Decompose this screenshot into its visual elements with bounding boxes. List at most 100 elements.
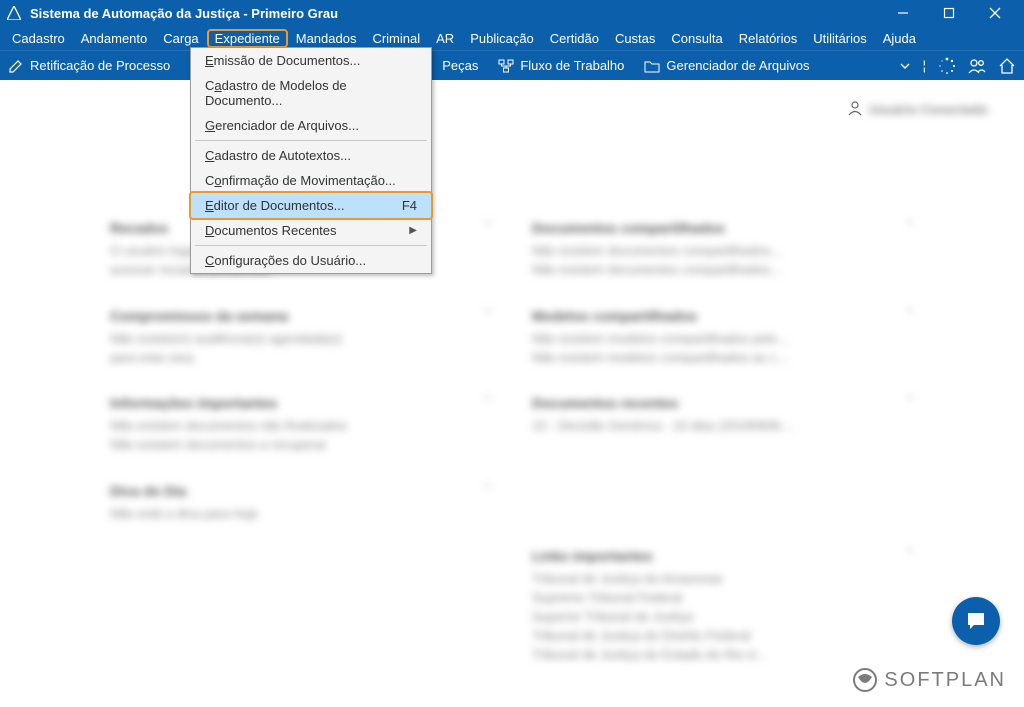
dropdown-item-label: Editor de Documentos... [205, 198, 344, 213]
panel-blurred: Modelos compartilhados ⌃ Não existem model… [532, 308, 914, 368]
menu-item-relatórios[interactable]: Relatórios [731, 29, 806, 48]
panel-title: Compromissos da semana [110, 308, 288, 324]
users-icon[interactable] [968, 57, 986, 75]
menu-item-publicação[interactable]: Publicação [462, 29, 542, 48]
panel-blurred: Documentos compartilhados ⌃ Não existem do… [532, 220, 914, 280]
dropdown-item-label: Documentos Recentes [205, 223, 337, 238]
panel-line: Não existem documentos não finalizados [110, 417, 492, 436]
dropdown-arrow-icon[interactable] [899, 60, 911, 72]
dropdown-item-label: Gerenciador de Arquivos... [205, 118, 359, 133]
dropdown-item-label: Cadastro de Modelos de Documento... [205, 78, 417, 108]
dropdown-item-emiss-o-de-documentos-[interactable]: Emissão de Documentos... [191, 48, 431, 73]
toolbar-fluxo-label: Fluxo de Trabalho [520, 58, 624, 73]
menu-item-consulta[interactable]: Consulta [663, 29, 730, 48]
dropdown-item-editor-de-documentos-[interactable]: Editor de Documentos... F4 [189, 191, 433, 220]
panel-line: Não existem documentos a recuperar [110, 436, 492, 455]
menu-item-cadastro[interactable]: Cadastro [4, 29, 73, 48]
collapse-icon: ⌃ [906, 548, 914, 564]
dropdown-item-cadastro-de-autotextos-[interactable]: Cadastro de Autotextos... [191, 143, 431, 168]
window-title: Sistema de Automação da Justiça - Primei… [30, 6, 338, 21]
chat-button[interactable] [952, 597, 1000, 645]
panel-line: Tribunal de Justiça do Estado do Rio d… [532, 646, 914, 665]
toolbar-gerenciador-label: Gerenciador de Arquivos [666, 58, 809, 73]
panel-line: para esta vara. [110, 349, 492, 368]
dropdown-item-configura-es-do-usu-rio-[interactable]: Configurações do Usuário... [191, 248, 431, 273]
menu-item-ajuda[interactable]: Ajuda [875, 29, 924, 48]
titlebar: Sistema de Automação da Justiça - Primei… [0, 0, 1024, 26]
panel-blurred: Dica do Dia ⌃ Não está a dica para hoje [110, 483, 492, 524]
close-button[interactable] [972, 0, 1018, 26]
menu-item-certidão[interactable]: Certidão [542, 29, 607, 48]
collapse-icon: ⌃ [906, 308, 914, 324]
minimize-button[interactable] [880, 0, 926, 26]
panel-title: Documentos compartilhados [532, 220, 725, 236]
softplan-logo-icon [852, 667, 878, 693]
panel-line: 10 - Decisão Genérica - 10 dias (2019083… [532, 417, 914, 436]
dropdown-item-gerenciador-de-arquivos-[interactable]: Gerenciador de Arquivos... [191, 113, 431, 138]
menubar: CadastroAndamentoCargaExpedienteMandados… [0, 26, 1024, 50]
dropdown-item-label: Cadastro de Autotextos... [205, 148, 351, 163]
softplan-logo-text: SOFTPLAN [884, 669, 1006, 692]
dropdown-item-documentos-recentes[interactable]: Documentos Recentes ▶ [191, 218, 431, 243]
panel-blurred: Compromissos da semana ⌃ Não existe(m) aud… [110, 308, 492, 368]
panel-blurred: Links importantes ⌃ Tribunal de Justiça do… [532, 548, 914, 664]
menu-item-custas[interactable]: Custas [607, 29, 663, 48]
divider: ¦ [923, 58, 926, 73]
collapse-icon: ⌃ [484, 308, 492, 324]
panel-title: Informações importantes [110, 395, 277, 411]
panel-title: Recados [110, 220, 168, 236]
menu-separator [195, 245, 427, 246]
dropdown-item-shortcut: F4 [402, 198, 417, 213]
dropdown-item-label: Confirmação de Movimentação... [205, 173, 396, 188]
collapse-icon: ⌃ [484, 220, 492, 236]
collapse-icon: ⌃ [484, 483, 492, 499]
menu-item-carga[interactable]: Carga [155, 29, 206, 48]
panel-blurred: Informações importantes ⌃ Não existem docu… [110, 395, 492, 455]
collapse-icon: ⌃ [906, 220, 914, 236]
panel-title: Links importantes [532, 548, 653, 564]
collapse-icon: ⌃ [906, 395, 914, 411]
panel-line: Tribunal de Justiça do Amazonas [532, 570, 914, 589]
toolbar-pecas-label: Peças [442, 58, 478, 73]
maximize-button[interactable] [926, 0, 972, 26]
panel-line: Supremo Tribunal Federal [532, 589, 914, 608]
panel-line: Tribunal de Justiça do Distrito Federal [532, 627, 914, 646]
menu-item-andamento[interactable]: Andamento [73, 29, 156, 48]
main-content: Recados⌃O usuário logado não possuiacess… [0, 80, 1024, 692]
panel-line: Não existem documentos compartilhados… [532, 261, 914, 280]
dropdown-item-confirma-o-de-movimenta-o-[interactable]: Confirmação de Movimentação... [191, 168, 431, 193]
submenu-arrow-icon: ▶ [409, 225, 417, 236]
toolbar-pecas[interactable]: Peças [442, 58, 478, 73]
panel-line: Não existe(m) audiência(s) agendada(s) [110, 330, 492, 349]
menu-separator [195, 140, 427, 141]
toolbar: Retificação de Processo Peças Fluxo de T… [0, 50, 1024, 80]
softplan-logo: SOFTPLAN [852, 667, 1006, 693]
menu-item-expediente[interactable]: Expediente [207, 29, 288, 48]
panel-line: Não está a dica para hoje [110, 505, 492, 524]
menu-item-utilitários[interactable]: Utilitários [805, 29, 874, 48]
toolbar-gerenciador[interactable]: Gerenciador de Arquivos [644, 58, 809, 74]
panel-line: Não existem modelos compartilhados as c… [532, 349, 914, 368]
dropdown-item-label: Configurações do Usuário... [205, 253, 366, 268]
dropdown-item-label: Emissão de Documentos... [205, 53, 360, 68]
panel-title: Modelos compartilhados [532, 308, 697, 324]
toolbar-fluxo[interactable]: Fluxo de Trabalho [498, 58, 624, 74]
collapse-icon: ⌃ [484, 395, 492, 411]
loading-icon[interactable] [938, 57, 956, 75]
panel-line: Superior Tribunal de Justiça [532, 608, 914, 627]
panel-line: Não existem modelos compartilhados pelo… [532, 330, 914, 349]
app-icon [6, 5, 22, 21]
panel-title: Documentos recentes [532, 395, 678, 411]
folder-icon [644, 58, 660, 74]
home-icon[interactable] [998, 57, 1016, 75]
edit-icon [8, 58, 24, 74]
menu-item-mandados[interactable]: Mandados [288, 29, 365, 48]
toolbar-retificacao-label: Retificação de Processo [30, 58, 170, 73]
dropdown-item-cadastro-de-modelos-de-documento-[interactable]: Cadastro de Modelos de Documento... [191, 73, 431, 113]
panel-line: Não existem documentos compartilhados… [532, 242, 914, 261]
menu-item-criminal[interactable]: Criminal [364, 29, 428, 48]
panel-title: Dica do Dia [110, 483, 186, 499]
toolbar-retificacao[interactable]: Retificação de Processo [8, 58, 170, 74]
workflow-icon [498, 58, 514, 74]
menu-item-ar[interactable]: AR [428, 29, 462, 48]
